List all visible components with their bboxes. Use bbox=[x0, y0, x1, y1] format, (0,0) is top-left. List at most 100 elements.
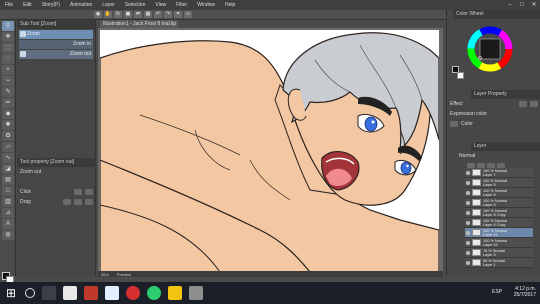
camera-app-icon[interactable] bbox=[63, 286, 77, 300]
rotate-icon[interactable]: ↻ bbox=[114, 11, 122, 18]
text-tool-icon[interactable]: A bbox=[2, 219, 14, 229]
menu-story[interactable]: Story(P) bbox=[37, 2, 65, 8]
layer-row[interactable]: 100 % Normal Layer 5 bbox=[465, 178, 533, 188]
effect-option-b[interactable] bbox=[530, 101, 538, 107]
layer-row[interactable]: 100 % Normal Layer 8 Copy bbox=[465, 208, 533, 218]
menu-help[interactable]: Help bbox=[220, 2, 240, 8]
menu-view[interactable]: View bbox=[150, 2, 171, 8]
visibility-eye-icon[interactable] bbox=[466, 170, 470, 175]
status-bar: 38.6 Preview bbox=[98, 271, 443, 277]
chrome-browser-icon[interactable] bbox=[147, 286, 161, 300]
grid-icon[interactable]: ▦ bbox=[144, 11, 152, 18]
system-tray[interactable]: ESP 4:12 p.m. 25/7/2017 bbox=[492, 286, 536, 298]
layer-row[interactable]: 100 % Normal Layer 8 bbox=[465, 188, 533, 198]
select-tool-icon[interactable]: ⬚ bbox=[2, 43, 14, 53]
visibility-eye-icon[interactable] bbox=[466, 180, 470, 185]
visibility-eye-icon[interactable] bbox=[466, 260, 470, 265]
layer-row[interactable]: 100 % Normal Layer 6 Copy bbox=[465, 218, 533, 228]
menu-animation[interactable]: Animation bbox=[65, 2, 97, 8]
layer-row-selected[interactable]: 100 % Normal Layer 11 bbox=[465, 228, 533, 238]
layer-row[interactable]: 100 % Normal Layer 7 bbox=[465, 168, 533, 178]
decoration-tool-icon[interactable]: ✿ bbox=[2, 131, 14, 141]
clip-studio-icon[interactable] bbox=[189, 286, 203, 300]
expression-color-value[interactable]: Color bbox=[461, 121, 473, 127]
layer-property-header: Layer Property bbox=[471, 90, 540, 99]
windows-start-icon[interactable]: ⊞ bbox=[4, 286, 18, 300]
pen-tool-icon[interactable]: ✎ bbox=[2, 87, 14, 97]
menu-file[interactable]: File bbox=[0, 2, 18, 8]
fill-icon[interactable]: ▣ bbox=[124, 11, 132, 18]
layer-name: Layer 7 bbox=[483, 172, 496, 177]
gradient-tool-icon[interactable]: ▤ bbox=[2, 175, 14, 185]
eyedropper-tool-icon[interactable]: ⌁ bbox=[2, 76, 14, 86]
blend-tool-icon[interactable]: ∿ bbox=[2, 153, 14, 163]
eraser-tool-icon[interactable]: ▱ bbox=[2, 142, 14, 152]
menu-layer[interactable]: Layer bbox=[97, 2, 120, 8]
minimize-button[interactable]: – bbox=[504, 0, 516, 10]
brush-tool-icon[interactable]: ◆ bbox=[2, 109, 14, 119]
opera-browser-icon[interactable] bbox=[126, 286, 140, 300]
canvas-area[interactable] bbox=[98, 28, 443, 276]
maximize-button[interactable]: □ bbox=[516, 0, 528, 10]
wand-tool-icon[interactable]: ✧ bbox=[2, 65, 14, 75]
frame-tool-icon[interactable]: ▥ bbox=[2, 197, 14, 207]
color-wheel[interactable] bbox=[467, 26, 513, 72]
crop-icon[interactable]: ⌗ bbox=[174, 11, 182, 18]
layer-row[interactable]: 78 % Normal Layer 3 bbox=[465, 248, 533, 258]
task-view-icon[interactable] bbox=[42, 286, 56, 300]
ruler-icon[interactable]: ▭ bbox=[184, 11, 192, 18]
pencil-tool-icon[interactable]: ✏ bbox=[2, 98, 14, 108]
app-icon-light[interactable] bbox=[105, 286, 119, 300]
drag-option-c[interactable] bbox=[85, 199, 93, 205]
close-button[interactable]: ✕ bbox=[528, 0, 540, 10]
fill-tool-icon[interactable]: ◪ bbox=[2, 164, 14, 174]
sub-tool-zoom-out[interactable]: Zoom out bbox=[19, 50, 93, 59]
layer-row[interactable]: 100 % Normal Layer 9 bbox=[465, 198, 533, 208]
visibility-eye-icon[interactable] bbox=[466, 200, 470, 205]
language-indicator[interactable]: ESP bbox=[492, 289, 502, 295]
tool-property-title: Zoom out bbox=[20, 169, 42, 175]
app-icon-red[interactable] bbox=[84, 286, 98, 300]
layer-panel-head: Layer Normal bbox=[447, 142, 540, 171]
zoom-value[interactable]: 38.6 bbox=[101, 272, 109, 277]
airbrush-tool-icon[interactable]: ✺ bbox=[2, 120, 14, 130]
color-wheel-header: Color Wheel bbox=[453, 10, 540, 19]
undo-icon[interactable]: ↶ bbox=[154, 11, 162, 18]
menu-window[interactable]: Window bbox=[192, 2, 220, 8]
sub-tool-zoom[interactable]: Zoom bbox=[19, 30, 93, 39]
file-explorer-icon[interactable] bbox=[168, 286, 182, 300]
drag-option-b[interactable] bbox=[74, 199, 82, 205]
balloon-tool-icon[interactable]: ◍ bbox=[2, 230, 14, 240]
eye-icon[interactable]: ◉ bbox=[94, 11, 102, 18]
visibility-eye-icon[interactable] bbox=[466, 250, 470, 255]
blend-mode-select[interactable]: Normal bbox=[459, 153, 475, 159]
flip-icon[interactable]: ⇄ bbox=[134, 11, 142, 18]
sub-tool-zoom-in[interactable]: Zoom in bbox=[19, 40, 93, 49]
visibility-eye-icon[interactable] bbox=[466, 230, 470, 235]
click-option-b[interactable] bbox=[85, 189, 93, 195]
menu-edit[interactable]: Edit bbox=[18, 2, 37, 8]
visibility-eye-icon[interactable] bbox=[466, 220, 470, 225]
visibility-eye-icon[interactable] bbox=[466, 240, 470, 245]
search-icon[interactable] bbox=[25, 288, 35, 298]
hand-icon[interactable]: ✋ bbox=[104, 11, 112, 18]
move-tool-icon[interactable]: ✥ bbox=[2, 32, 14, 42]
menu-filter[interactable]: Filter bbox=[171, 2, 192, 8]
document-tab[interactable]: Illustration1 - Jack Frost 8 trial.lip (… bbox=[100, 20, 178, 28]
layer-row[interactable]: 55 % Normal Layer 1 bbox=[465, 258, 533, 268]
ruler-tool-icon[interactable]: ⊿ bbox=[2, 208, 14, 218]
layer-row[interactable]: 100 % Normal Layer 10 bbox=[465, 238, 533, 248]
figure-tool-icon[interactable]: □ bbox=[2, 186, 14, 196]
redo-icon[interactable]: ↷ bbox=[164, 11, 172, 18]
drawing-canvas[interactable] bbox=[100, 30, 439, 272]
visibility-eye-icon[interactable] bbox=[466, 210, 470, 215]
color-sub-swatch[interactable] bbox=[457, 72, 464, 79]
click-option-a[interactable] bbox=[74, 189, 82, 195]
expression-color-icon bbox=[450, 121, 458, 127]
menu-selection[interactable]: Selection bbox=[120, 2, 151, 8]
effect-option-a[interactable] bbox=[519, 101, 527, 107]
drag-option-a[interactable] bbox=[63, 199, 71, 205]
visibility-eye-icon[interactable] bbox=[466, 190, 470, 195]
lasso-tool-icon[interactable]: ◌ bbox=[2, 54, 14, 64]
zoom-tool-icon[interactable]: ⚲ bbox=[2, 21, 14, 31]
